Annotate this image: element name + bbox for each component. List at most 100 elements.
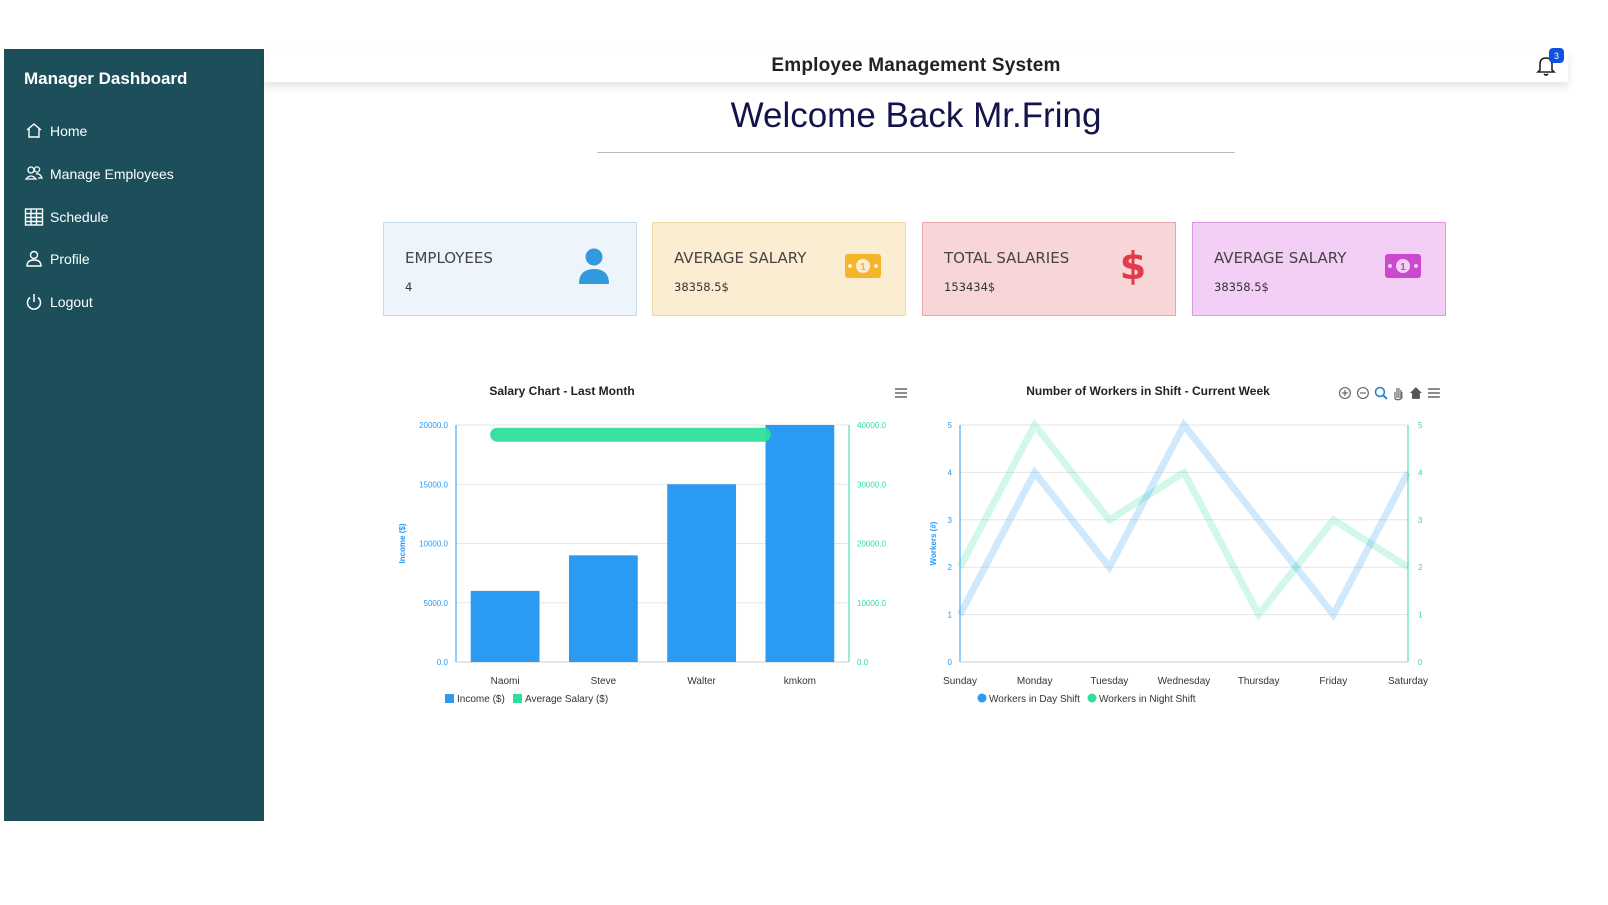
y2-tick-label: 20000.0 xyxy=(857,540,886,549)
chart-title: Salary Chart - Last Month xyxy=(489,384,635,398)
money-icon: 1 xyxy=(843,246,883,286)
sidebar-item-logout[interactable]: Logout xyxy=(23,290,93,314)
card-label: AVERAGE SALARY xyxy=(674,249,807,267)
card-value: 38358.5$ xyxy=(1214,280,1269,294)
legend-label: Average Salary ($) xyxy=(525,694,608,705)
hamburger-icon xyxy=(895,388,907,398)
bar xyxy=(568,555,638,662)
chart-toolbar xyxy=(1337,385,1442,401)
welcome-heading: Welcome Back Mr.Fring xyxy=(730,96,1102,135)
sidebar-item-label: Home xyxy=(50,123,88,139)
stat-card-employees: EMPLOYEES 4 xyxy=(383,222,637,316)
x-tick-label: Wednesday xyxy=(1158,676,1211,687)
sidebar-item-profile[interactable]: Profile xyxy=(23,247,90,271)
card-label: TOTAL SALARIES xyxy=(944,249,1070,267)
y2-tick-label: 30000.0 xyxy=(857,480,886,489)
y2-tick-label: 0.0 xyxy=(857,658,869,667)
card-label: AVERAGE SALARY xyxy=(1214,249,1347,267)
sidebar-item-label: Profile xyxy=(50,251,90,267)
y-tick-label: 3 xyxy=(948,516,953,525)
home-icon xyxy=(23,120,45,142)
magnifier-icon[interactable] xyxy=(1373,385,1389,401)
y-axis-title: Workers (#) xyxy=(929,521,938,565)
card-label: EMPLOYEES xyxy=(405,249,493,267)
legend-swatch xyxy=(445,694,454,703)
x-tick-label: Monday xyxy=(1017,676,1053,687)
y2-tick-label: 1 xyxy=(1418,611,1423,620)
stat-card-total-salaries: TOTAL SALARIES 153434$ $ xyxy=(922,222,1176,316)
y-tick-label: 0.0 xyxy=(437,658,449,667)
divider xyxy=(597,152,1235,153)
shift-line-chart: 0 0 1 1 2 2 3 3 4 4 5 5 Workers (#) Sunday Monday Tuesd… xyxy=(929,418,1428,705)
sidebar-item-schedule[interactable]: Schedule xyxy=(23,205,108,229)
home-icon[interactable] xyxy=(1408,385,1424,401)
sidebar-item-manage-employees[interactable]: Manage Employees xyxy=(23,162,174,186)
y-tick-label: 0 xyxy=(948,658,953,667)
bar xyxy=(667,484,737,662)
users-icon xyxy=(23,163,45,185)
notification-badge: 3 xyxy=(1549,48,1564,63)
person-icon xyxy=(23,248,45,270)
y2-tick-label: 0 xyxy=(1418,658,1423,667)
y-tick-label: 4 xyxy=(948,468,953,477)
stat-card-average-salary: AVERAGE SALARY 38358.5$ 1 xyxy=(652,222,906,316)
table-icon xyxy=(23,206,45,228)
legend-swatch xyxy=(513,694,522,703)
bar xyxy=(470,590,540,662)
money-icon: 1 xyxy=(1383,246,1423,286)
legend-label: Income ($) xyxy=(457,694,505,705)
y2-tick-label: 3 xyxy=(1418,516,1423,525)
x-tick-label: Sunday xyxy=(943,676,977,687)
y-tick-label: 20000.0 xyxy=(419,421,448,430)
legend-label: Workers in Night Shift xyxy=(1099,694,1196,705)
zoom-in-icon[interactable] xyxy=(1337,385,1353,401)
stat-card-average-salary-2: AVERAGE SALARY 38358.5$ 1 xyxy=(1192,222,1446,316)
sidebar-item-label: Logout xyxy=(50,294,93,310)
x-tick-label: Tuesday xyxy=(1090,676,1128,687)
bar xyxy=(765,425,835,662)
y-axis-title: Income ($) xyxy=(398,523,407,563)
x-tick-label: kmkom xyxy=(784,676,816,687)
sidebar-title: Manager Dashboard xyxy=(24,69,188,88)
y2-tick-label: 5 xyxy=(1418,421,1423,430)
top-header: Employee Management System xyxy=(264,49,1568,82)
card-value: 153434$ xyxy=(944,280,996,294)
y2-tick-label: 2 xyxy=(1418,563,1423,572)
legend-swatch xyxy=(977,693,987,703)
hamburger-icon[interactable] xyxy=(1426,385,1442,401)
y-tick-label: 1 xyxy=(948,611,953,620)
x-tick-label: Thursday xyxy=(1238,676,1280,687)
pan-hand-icon[interactable] xyxy=(1390,385,1406,401)
y-tick-label: 15000.0 xyxy=(419,480,448,489)
chart-title: Number of Workers in Shift - Current Wee… xyxy=(1026,384,1270,398)
card-value: 4 xyxy=(405,280,413,294)
sidebar-item-label: Schedule xyxy=(50,209,109,225)
y2-tick-label: 10000.0 xyxy=(857,599,886,608)
person-icon xyxy=(574,246,614,286)
card-value: 38358.5$ xyxy=(674,280,729,294)
y-tick-label: 5000.0 xyxy=(424,599,449,608)
app-title: Employee Management System xyxy=(771,55,1061,76)
x-tick-label: Friday xyxy=(1319,676,1347,687)
dollar-icon: $ xyxy=(1119,244,1147,288)
salary-bar-chart: 0.0 5000.0 10000.0 15000.0 20000.0 0.0 10000.0… xyxy=(398,421,886,705)
y2-tick-label: 40000.0 xyxy=(857,421,886,430)
chart-menu-button[interactable] xyxy=(893,386,909,400)
sidebar: Manager Dashboard Home Manage Employees … xyxy=(4,49,264,821)
x-tick-label: Saturday xyxy=(1388,676,1428,687)
svg-text:1: 1 xyxy=(1400,262,1406,273)
svg-text:1: 1 xyxy=(860,262,866,273)
y-tick-label: 2 xyxy=(948,563,953,572)
y-tick-label: 5 xyxy=(948,421,953,430)
x-tick-label: Walter xyxy=(687,676,716,687)
power-icon xyxy=(23,291,45,313)
sidebar-item-label: Manage Employees xyxy=(50,166,174,182)
legend-swatch xyxy=(1087,693,1097,703)
y2-tick-label: 4 xyxy=(1418,468,1423,477)
x-tick-label: Steve xyxy=(591,676,617,687)
zoom-out-icon[interactable] xyxy=(1355,385,1371,401)
x-tick-label: Naomi xyxy=(491,676,520,687)
sidebar-item-home[interactable]: Home xyxy=(23,119,87,143)
y-tick-label: 10000.0 xyxy=(419,540,448,549)
legend-label: Workers in Day Shift xyxy=(989,694,1080,705)
